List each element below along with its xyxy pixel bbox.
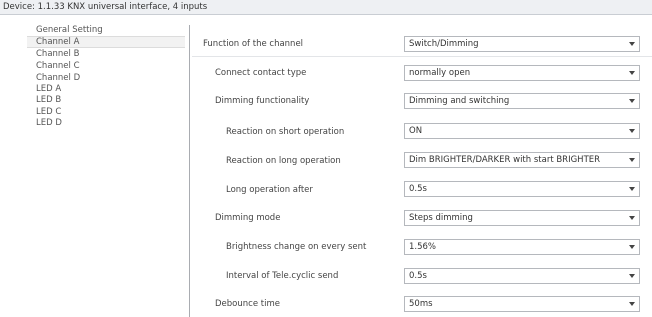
- nav-item-led-c[interactable]: LED C: [27, 107, 185, 117]
- nav-item-channel-a[interactable]: Channel A: [27, 36, 185, 48]
- row-separator: [192, 56, 652, 57]
- brightness-change-select[interactable]: 1.56%: [404, 239, 640, 255]
- nav-item-led-d[interactable]: LED D: [27, 118, 185, 128]
- long-operation-select-value: Dim BRIGHTER/DARKER with start BRIGHTER: [409, 155, 601, 165]
- nav-item-led-a[interactable]: LED A: [27, 84, 185, 94]
- function-select[interactable]: Switch/Dimming: [404, 36, 640, 52]
- param-label-long-operation-after: Long operation after: [226, 185, 313, 195]
- window-title: Device: 1.1.33 KNX universal interface, …: [3, 2, 208, 12]
- dimming-functionality-select[interactable]: Dimming and switching: [404, 93, 640, 109]
- chevron-down-icon[interactable]: [629, 216, 635, 220]
- chevron-down-icon[interactable]: [629, 42, 635, 46]
- long-operation-after-select-value: 0.5s: [409, 184, 427, 194]
- param-label-cyclic-interval: Interval of Tele.cyclic send: [226, 271, 339, 281]
- chevron-down-icon[interactable]: [629, 187, 635, 191]
- param-label-short-operation: Reaction on short operation: [226, 127, 345, 137]
- chevron-down-icon[interactable]: [629, 302, 635, 306]
- chevron-down-icon[interactable]: [629, 71, 635, 75]
- nav-item-general-setting[interactable]: General Setting: [27, 25, 185, 35]
- brightness-change-select-value: 1.56%: [409, 242, 437, 252]
- dimming-mode-select[interactable]: Steps dimming: [404, 210, 640, 226]
- cyclic-interval-select[interactable]: 0.5s: [404, 268, 640, 284]
- channel-navigation: General Setting Channel A Channel B Chan…: [27, 25, 187, 317]
- chevron-down-icon[interactable]: [629, 158, 635, 162]
- short-operation-select[interactable]: ON: [404, 123, 640, 139]
- param-label-brightness-change: Brightness change on every sent: [226, 242, 367, 252]
- contact-type-select-value: normally open: [409, 68, 471, 78]
- dimming-mode-select-value: Steps dimming: [409, 213, 473, 223]
- param-label-function: Function of the channel: [203, 39, 304, 49]
- cyclic-interval-select-value: 0.5s: [409, 271, 427, 281]
- param-label-dimming-mode: Dimming mode: [215, 213, 281, 223]
- chevron-down-icon[interactable]: [629, 274, 635, 278]
- dimming-functionality-select-value: Dimming and switching: [409, 96, 510, 106]
- chevron-down-icon[interactable]: [629, 245, 635, 249]
- panel-divider: [189, 25, 190, 317]
- window-title-bar: Device: 1.1.33 KNX universal interface, …: [0, 0, 652, 15]
- nav-item-channel-c[interactable]: Channel C: [27, 61, 185, 71]
- debounce-time-select[interactable]: 50ms: [404, 296, 640, 312]
- param-label-debounce-time: Debounce time: [215, 299, 280, 309]
- function-select-value: Switch/Dimming: [409, 39, 479, 49]
- short-operation-select-value: ON: [409, 126, 423, 136]
- chevron-down-icon[interactable]: [629, 99, 635, 103]
- long-operation-after-select[interactable]: 0.5s: [404, 181, 640, 197]
- nav-item-led-b[interactable]: LED B: [27, 95, 185, 105]
- param-label-contact-type: Connect contact type: [215, 68, 307, 78]
- long-operation-select[interactable]: Dim BRIGHTER/DARKER with start BRIGHTER: [404, 152, 640, 168]
- chevron-down-icon[interactable]: [629, 129, 635, 133]
- param-label-long-operation: Reaction on long operation: [226, 156, 341, 166]
- contact-type-select[interactable]: normally open: [404, 65, 640, 81]
- nav-item-channel-b[interactable]: Channel B: [27, 49, 185, 59]
- debounce-time-select-value: 50ms: [409, 299, 433, 309]
- nav-item-channel-d[interactable]: Channel D: [27, 73, 185, 83]
- param-label-dimming-functionality: Dimming functionality: [215, 96, 310, 106]
